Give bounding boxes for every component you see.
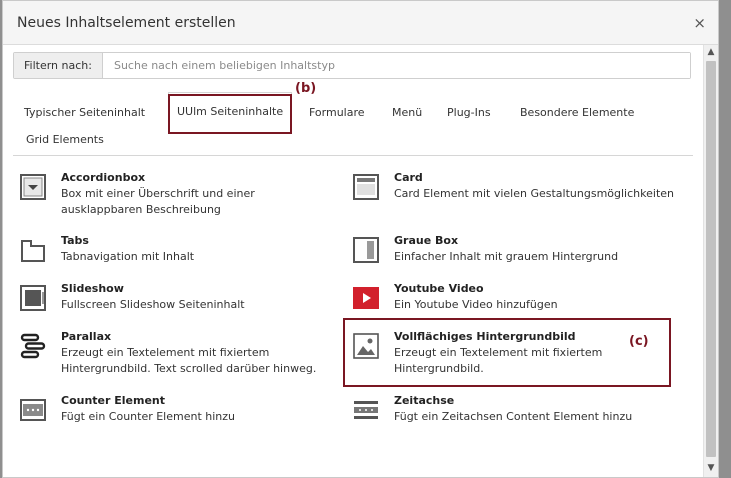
item-parallax[interactable]: Parallax Erzeugt ein Textelement mit fix… xyxy=(19,330,339,375)
item-graue-box[interactable]: Graue Box Einfacher Inhalt mit grauem Hi… xyxy=(352,234,697,274)
filter-row: Filtern nach: xyxy=(13,52,691,79)
item-title: Zeitachse xyxy=(394,394,455,407)
scroll-down-icon[interactable]: ▼ xyxy=(704,461,718,475)
accordion-icon xyxy=(20,174,46,200)
search-input[interactable] xyxy=(102,53,690,78)
item-card[interactable]: Card Card Element mit vielen Gestaltungs… xyxy=(352,171,697,211)
item-description: Tabnavigation mit Inhalt xyxy=(61,250,195,263)
close-icon[interactable]: × xyxy=(693,15,706,31)
item-description: Box mit einer Überschrift und einer ausk… xyxy=(61,187,255,216)
scroll-up-icon[interactable]: ▲ xyxy=(704,45,718,59)
tab-typischer-seiteninhalt[interactable]: Typischer Seiteninhalt xyxy=(24,106,145,119)
item-title: Counter Element xyxy=(61,394,166,407)
counter-icon xyxy=(20,399,46,421)
tab-menue[interactable]: Menü xyxy=(392,106,422,119)
grey-box-icon xyxy=(353,237,379,263)
item-title: Accordionbox xyxy=(61,171,146,184)
dialog-title: Neues Inhaltselement erstellen xyxy=(17,15,236,31)
filter-label: Filtern nach: xyxy=(14,53,103,78)
item-title: Tabs xyxy=(61,234,89,247)
item-title: Parallax xyxy=(61,330,112,343)
item-description: Einfacher Inhalt mit grauem Hintergrund xyxy=(394,250,619,263)
item-zeitachse[interactable]: Zeitachse Fügt ein Zeitachsen Content El… xyxy=(352,394,697,434)
tab-uulm-seiteninhalte[interactable]: UUlm Seiteninhalte xyxy=(168,92,293,132)
item-counter-element[interactable]: Counter Element Fügt ein Counter Element… xyxy=(19,394,339,434)
tabs-icon xyxy=(21,240,45,262)
tab-besondere-elemente[interactable]: Besondere Elemente xyxy=(520,106,634,119)
vertical-scrollbar[interactable]: ▲ ▼ xyxy=(703,45,718,477)
item-description: Fullscreen Slideshow Seiteninhalt xyxy=(61,298,245,311)
parallax-icon xyxy=(20,333,46,359)
tab-grid-elements[interactable]: Grid Elements xyxy=(26,133,104,146)
image-icon xyxy=(353,333,379,359)
item-description: Ein Youtube Video hinzufügen xyxy=(394,298,558,311)
tab-formulare[interactable]: Formulare xyxy=(309,106,365,119)
dialog-body: Filtern nach: Typischer Seiteninhalt UUl… xyxy=(3,45,703,477)
new-content-element-dialog: Neues Inhaltselement erstellen × Filtern… xyxy=(2,0,719,478)
annotation-label-b: (b) xyxy=(295,81,317,96)
item-youtube-video[interactable]: Youtube Video Ein Youtube Video hinzufüg… xyxy=(352,282,697,322)
card-icon xyxy=(353,174,379,200)
youtube-icon xyxy=(353,287,379,309)
item-title: Graue Box xyxy=(394,234,459,247)
item-title: Youtube Video xyxy=(394,282,484,295)
item-slideshow[interactable]: Slideshow Fullscreen Slideshow Seiteninh… xyxy=(19,282,339,322)
dialog-header: Neues Inhaltselement erstellen × xyxy=(3,1,718,45)
item-description: Fügt ein Counter Element hinzu xyxy=(61,410,236,423)
item-description: Fügt ein Zeitachsen Content Element hinz… xyxy=(394,410,633,423)
item-accordionbox[interactable]: Accordionbox Box mit einer Überschrift u… xyxy=(19,171,339,216)
tab-plug-ins[interactable]: Plug-Ins xyxy=(447,106,491,119)
item-tabs[interactable]: Tabs Tabnavigation mit Inhalt xyxy=(19,234,339,274)
item-title: Vollflächiges Hintergrundbild xyxy=(394,330,576,343)
item-title: Slideshow xyxy=(61,282,124,295)
content-type-tabs: Typischer Seiteninhalt UUlm Seiteninhalt… xyxy=(13,91,693,156)
timeline-icon xyxy=(354,401,378,419)
item-description: Card Element mit vielen Gestaltungsmögli… xyxy=(394,187,674,200)
item-description: Erzeugt ein Textelement mit fixiertem Hi… xyxy=(61,346,317,375)
scroll-thumb[interactable] xyxy=(706,61,716,457)
item-title: Card xyxy=(394,171,423,184)
item-description: Erzeugt ein Textelement mit fixiertem Hi… xyxy=(394,346,603,375)
item-vollflaechiges-hintergrundbild[interactable]: Vollflächiges Hintergrundbild Erzeugt ei… xyxy=(352,330,632,375)
slideshow-icon xyxy=(20,285,46,311)
tabs-divider xyxy=(13,155,693,156)
